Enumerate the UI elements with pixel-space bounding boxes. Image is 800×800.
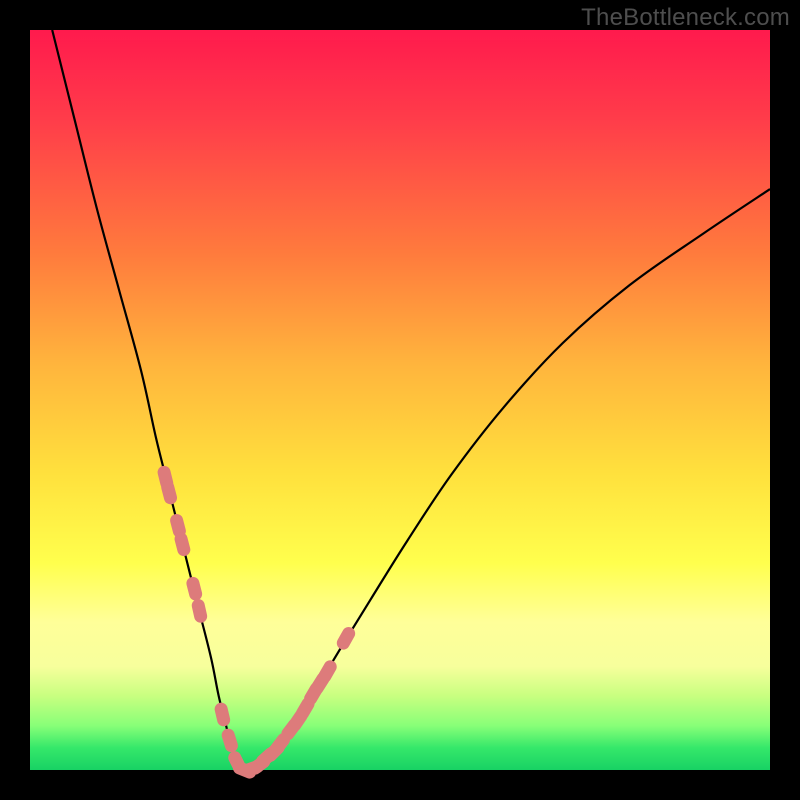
curve-marker bbox=[213, 701, 231, 727]
curve-marker bbox=[334, 625, 357, 652]
chart-svg bbox=[30, 30, 770, 770]
curve-marker bbox=[220, 727, 239, 754]
chart-frame: TheBottleneck.com bbox=[0, 0, 800, 800]
bottleneck-curve bbox=[52, 30, 770, 770]
curve-marker bbox=[190, 598, 208, 624]
curve-marker bbox=[173, 531, 192, 557]
marker-group bbox=[156, 464, 357, 780]
curve-marker bbox=[185, 575, 204, 601]
curve-marker bbox=[160, 479, 179, 506]
watermark-text: TheBottleneck.com bbox=[581, 4, 790, 32]
